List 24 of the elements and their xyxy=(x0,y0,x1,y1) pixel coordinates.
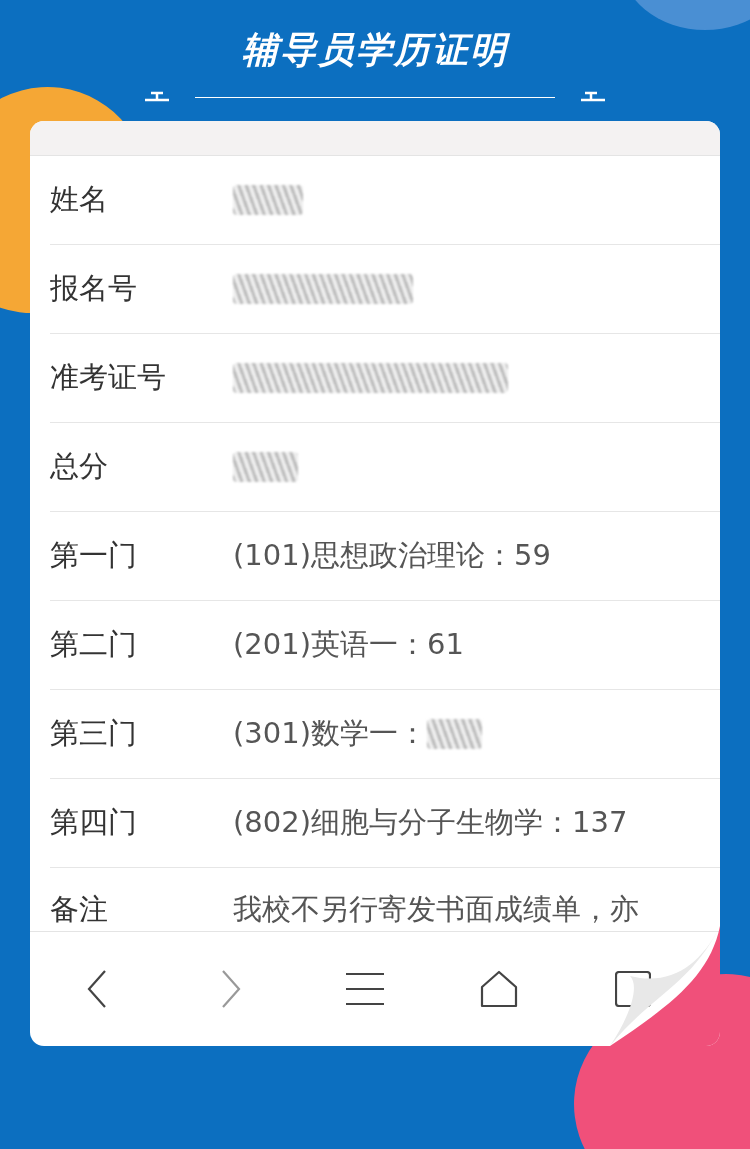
field-label: 报名号 xyxy=(50,270,138,307)
home-icon xyxy=(480,970,518,1008)
field-label: 第一门 xyxy=(50,537,138,574)
field-label: 备注 xyxy=(50,891,109,928)
field-label: 第四门 xyxy=(50,804,138,841)
field-label: 总分 xyxy=(50,448,109,485)
field-label: 第三门 xyxy=(50,715,138,752)
field-value: (201)英语一：61 xyxy=(233,626,464,663)
page-title: 辅导员学历证明 xyxy=(242,28,508,72)
ornament-icon xyxy=(579,91,607,103)
field-value: (101)思想政治理论：59 xyxy=(233,537,551,574)
menu-icon xyxy=(345,972,385,1006)
back-icon xyxy=(85,969,109,1009)
forward-icon xyxy=(219,969,243,1009)
field-label: 第二门 xyxy=(50,626,138,663)
field-label: 姓名 xyxy=(50,181,109,218)
field-label: 准考证号 xyxy=(50,359,167,396)
field-value: (301)数学一： xyxy=(233,715,427,752)
redacted-mark xyxy=(233,452,298,482)
redacted-mark xyxy=(233,185,303,215)
field-value: 我校不另行寄发书面成绩单，亦 xyxy=(233,891,639,928)
ornament-icon xyxy=(143,91,171,103)
redacted-mark xyxy=(427,719,482,749)
field-value: (802)细胞与分子生物学：137 xyxy=(233,804,628,841)
